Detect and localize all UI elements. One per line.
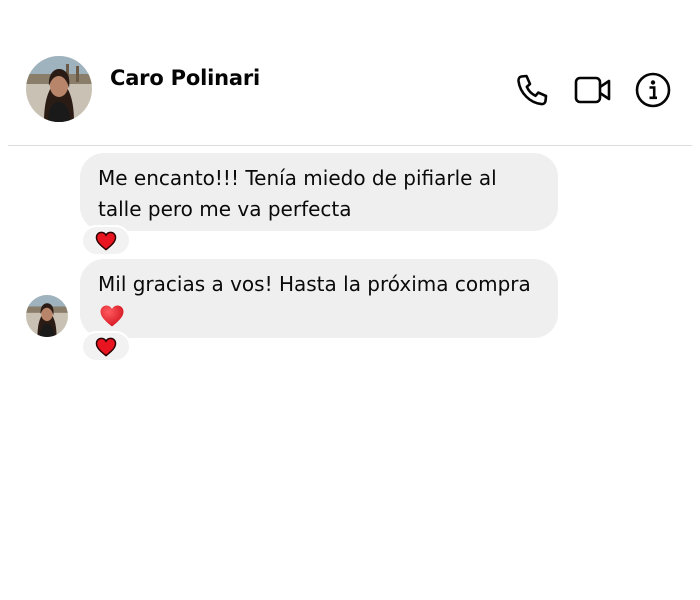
info-icon[interactable]	[633, 70, 673, 110]
video-camera-icon[interactable]	[573, 70, 613, 110]
heart-emoji-icon	[100, 305, 124, 327]
sender-avatar[interactable]	[26, 295, 68, 337]
contact-name[interactable]: Caro Polinari	[110, 66, 260, 90]
message-text: Me encanto!!! Tenía miedo de pifiarle al…	[98, 166, 497, 221]
message-text: Mil gracias a vos! Hasta la próxima comp…	[98, 272, 531, 296]
message-reaction[interactable]	[83, 333, 129, 360]
header-divider	[8, 145, 692, 146]
message-bubble[interactable]: Mil gracias a vos! Hasta la próxima comp…	[80, 259, 558, 338]
heart-icon	[95, 337, 117, 357]
message-reaction[interactable]	[83, 227, 129, 254]
contact-avatar[interactable]	[26, 56, 92, 122]
heart-icon	[95, 231, 117, 251]
chat-header: Caro Polinari	[0, 0, 700, 146]
message-bubble[interactable]: Me encanto!!! Tenía miedo de pifiarle al…	[80, 153, 558, 231]
phone-icon[interactable]	[512, 70, 552, 110]
